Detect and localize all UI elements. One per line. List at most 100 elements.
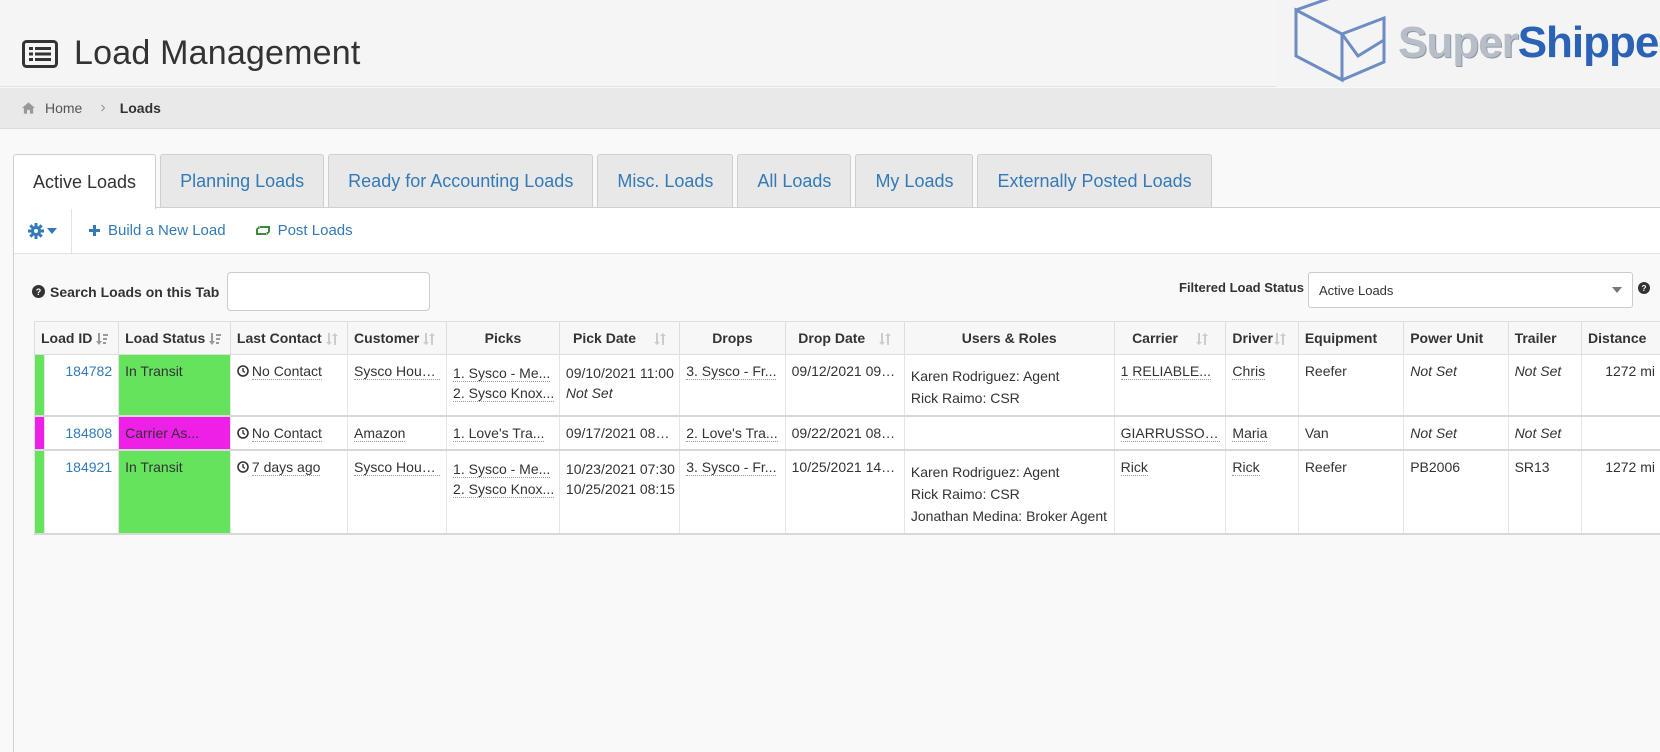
- col-customer-label: Customer: [354, 330, 420, 346]
- logo-text-super: Super: [1398, 18, 1519, 67]
- distance-cell: [1581, 416, 1660, 451]
- logo-box-icon: [1294, 0, 1386, 83]
- tab-panel: Build a New Load Post Loads ? Search Loa…: [13, 207, 1660, 752]
- col-carrier[interactable]: Carrier: [1113, 321, 1227, 355]
- col-last-contact[interactable]: Last Contact: [229, 321, 349, 355]
- distance-cell: 1272 mi: [1581, 450, 1660, 535]
- carrier-cell[interactable]: 1 RELIABLE...: [1113, 354, 1227, 417]
- table-row[interactable]: 184782 In Transit No Contact Sysco Hous.…: [34, 354, 1660, 417]
- status-color-strip: [34, 354, 45, 417]
- filter-label: Filtered Load Status: [1179, 280, 1304, 295]
- trailer-cell: Not Set: [1507, 416, 1583, 451]
- trailer-cell: Not Set: [1507, 354, 1583, 417]
- tab-my-loads[interactable]: My Loads: [855, 154, 974, 208]
- col-pick-date[interactable]: Pick Date: [558, 321, 681, 355]
- driver-cell[interactable]: Chris: [1225, 354, 1299, 417]
- user-role: Karen Rodriguez: Agent: [910, 464, 1060, 480]
- last-contact-cell[interactable]: No Contact: [229, 354, 349, 417]
- tab-active-loads[interactable]: Active Loads: [13, 154, 157, 209]
- tab-misc-loads[interactable]: Misc. Loads: [597, 154, 734, 208]
- toolbar: Build a New Load Post Loads: [14, 207, 1660, 254]
- status-color-strip: [34, 450, 45, 535]
- table-row[interactable]: 184921 In Transit 7 days ago Sysco Hous.…: [34, 450, 1660, 535]
- tab-ready-for-accounting-loads[interactable]: Ready for Accounting Loads: [328, 154, 594, 208]
- filter-row: Filtered Load Status Active Loads ?: [1179, 272, 1650, 308]
- customer-cell[interactable]: Sysco Hous...: [347, 450, 448, 535]
- sort-icon: [325, 333, 338, 346]
- page-header: Load Management: [0, 0, 1276, 87]
- sort-icon: [654, 333, 667, 346]
- build-new-load-button[interactable]: Build a New Load: [89, 222, 226, 239]
- table-row[interactable]: 184808 Carrier As... No Contact Amazon 1…: [34, 416, 1660, 451]
- plus-icon: [89, 225, 100, 236]
- load-id-link[interactable]: 184808: [43, 416, 120, 451]
- settings-dropdown-button[interactable]: [14, 207, 72, 254]
- sort-icon: [1195, 333, 1208, 346]
- question-circle-icon[interactable]: ?: [1637, 282, 1650, 294]
- col-users-roles-label: Users & Roles: [961, 330, 1057, 346]
- user-role: Rick Raimo: CSR: [910, 486, 1020, 502]
- users-roles-cell: [903, 416, 1115, 451]
- drops-cell[interactable]: 2. Love's Tra...: [679, 416, 786, 451]
- company-logo[interactable]: SuperShippers: [1276, 0, 1660, 87]
- picks-cell[interactable]: 1. Sysco - Me... 2. Sysco Knox...: [446, 354, 560, 417]
- sort-icon: [879, 333, 892, 346]
- sort-icon: [423, 333, 436, 346]
- col-driver[interactable]: Driver: [1225, 321, 1299, 355]
- col-equipment-label: Equipment: [1304, 330, 1378, 346]
- tab-all-loads[interactable]: All Loads: [737, 154, 852, 208]
- post-loads-button[interactable]: Post Loads: [255, 222, 353, 239]
- pick-date-2: 10/25/2021 08:15: [565, 481, 675, 497]
- last-contact-cell[interactable]: 7 days ago: [229, 450, 349, 535]
- drop-1: 3. Sysco - Fr...: [686, 459, 777, 476]
- col-picks-label: Picks: [484, 330, 522, 346]
- home-icon: [22, 102, 35, 114]
- drops-cell[interactable]: 3. Sysco - Fr...: [679, 450, 786, 535]
- caret-down-icon: [1611, 287, 1622, 293]
- customer-name: Sysco Hous...: [354, 459, 441, 476]
- drop-date-cell: 09/12/2021 09:00: [784, 354, 905, 417]
- col-equipment: Equipment: [1297, 321, 1405, 355]
- users-roles-cell: Karen Rodriguez: Agent Rick Raimo: CSR Jon…: [903, 450, 1115, 535]
- load-id-link[interactable]: 184782: [43, 354, 120, 417]
- load-status-filter-select[interactable]: Active Loads: [1307, 272, 1633, 308]
- search-input[interactable]: [227, 272, 431, 311]
- svg-text:?: ?: [36, 287, 42, 297]
- col-drop-date[interactable]: Drop Date: [784, 321, 905, 355]
- breadcrumb-home-link[interactable]: Home: [45, 100, 82, 116]
- logo-text-shippers: Shippers: [1517, 18, 1660, 67]
- user-role: Jonathan Medina: Broker Agent: [910, 508, 1108, 524]
- load-tabs: Active Loads Planning Loads Ready for Ac…: [13, 154, 1216, 209]
- carrier-cell[interactable]: Rick: [1113, 450, 1227, 535]
- col-trailer: Trailer: [1507, 321, 1583, 355]
- tab-externally-posted-loads[interactable]: Externally Posted Loads: [977, 154, 1212, 208]
- customer-cell[interactable]: Amazon: [347, 416, 448, 451]
- driver-cell[interactable]: Maria: [1225, 416, 1299, 451]
- load-id-link[interactable]: 184921: [43, 450, 120, 535]
- carrier-cell[interactable]: GIARRUSSO ...: [1113, 416, 1227, 451]
- col-load-status[interactable]: Load Status: [118, 321, 231, 355]
- col-pick-date-label: Pick Date: [573, 330, 637, 346]
- customer-cell[interactable]: Sysco Hous...: [347, 354, 448, 417]
- drops-cell[interactable]: 3. Sysco - Fr...: [679, 354, 786, 417]
- tab-planning-loads[interactable]: Planning Loads: [160, 154, 325, 208]
- status-badge: In Transit: [118, 450, 231, 535]
- equipment-cell: Van: [1297, 416, 1405, 451]
- col-load-id[interactable]: Load ID: [33, 321, 120, 355]
- last-contact-cell[interactable]: No Contact: [229, 416, 349, 451]
- search-row: ? Search Loads on this Tab: [32, 272, 431, 311]
- search-label: Search Loads on this Tab: [50, 283, 220, 300]
- picks-cell[interactable]: 1. Sysco - Me... 2. Sysco Knox...: [446, 450, 560, 535]
- pick-date-2: Not Set: [565, 385, 613, 401]
- col-drop-date-label: Drop Date: [798, 330, 866, 346]
- col-drops-label: Drops: [712, 330, 753, 346]
- col-picks: Picks: [446, 321, 560, 355]
- col-last-contact-label: Last Contact: [236, 330, 322, 346]
- sort-icon: [209, 333, 222, 346]
- clock-icon: [237, 461, 249, 473]
- pick-1: 1. Sysco - Me...: [453, 461, 551, 478]
- col-customer[interactable]: Customer: [347, 321, 448, 355]
- table-header-row: Load ID Load Status Last Contact Custome…: [33, 321, 1660, 355]
- driver-cell[interactable]: Rick: [1225, 450, 1299, 535]
- picks-cell[interactable]: 1. Love's Tra...: [446, 416, 560, 451]
